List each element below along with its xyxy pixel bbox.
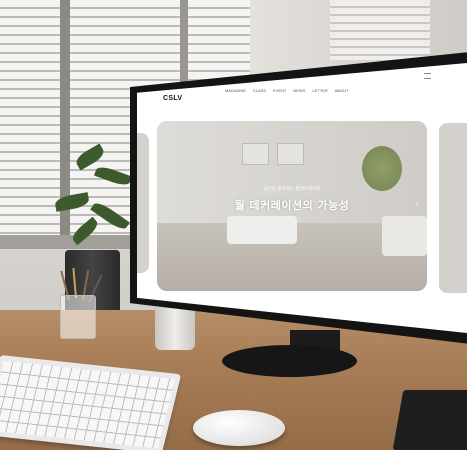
carousel-prev-card[interactable]	[137, 133, 149, 273]
nav-item-news[interactable]: NEWS	[293, 88, 305, 93]
nav-item-class[interactable]: CLASS	[253, 88, 266, 93]
window-blinds	[330, 0, 430, 60]
mouse	[193, 410, 285, 446]
hero-subtitle: 공간을 완성하는 월데코레이션	[263, 187, 321, 192]
monitor-stand-base	[222, 345, 357, 377]
hero-title: 월 데커레이션의 가능성	[234, 199, 350, 212]
carousel-next-card[interactable]	[439, 123, 467, 293]
wall-frame	[242, 143, 269, 165]
monitor-screen: CSLV MAGAZINE CLASS EVENT NEWS LETTER AB…	[137, 63, 467, 333]
keyboard-keys	[0, 360, 176, 449]
tablet	[392, 390, 467, 450]
nav-item-magazine[interactable]: MAGAZINE	[225, 88, 246, 93]
site-logo[interactable]: CSLV	[163, 95, 182, 102]
nav-item-event[interactable]: EVENT	[273, 88, 286, 93]
desk-scene-photo: CSLV MAGAZINE CLASS EVENT NEWS LETTER AB…	[0, 0, 467, 450]
nav-item-letter[interactable]: LETTER	[312, 88, 327, 93]
hamburger-icon[interactable]	[424, 73, 431, 79]
sofa	[227, 216, 297, 244]
olive-tree	[362, 146, 402, 191]
nav-item-about[interactable]: ABOUT	[335, 88, 349, 93]
hero-banner[interactable]: 공간을 완성하는 월데코레이션 월 데커레이션의 가능성 ›	[157, 121, 427, 291]
pencil-cup	[60, 295, 96, 339]
site-nav: MAGAZINE CLASS EVENT NEWS LETTER ABOUT	[225, 88, 348, 93]
armchair	[382, 216, 427, 256]
cup	[155, 305, 195, 350]
wall-frame	[277, 143, 304, 165]
chevron-right-icon[interactable]: ›	[416, 199, 419, 208]
